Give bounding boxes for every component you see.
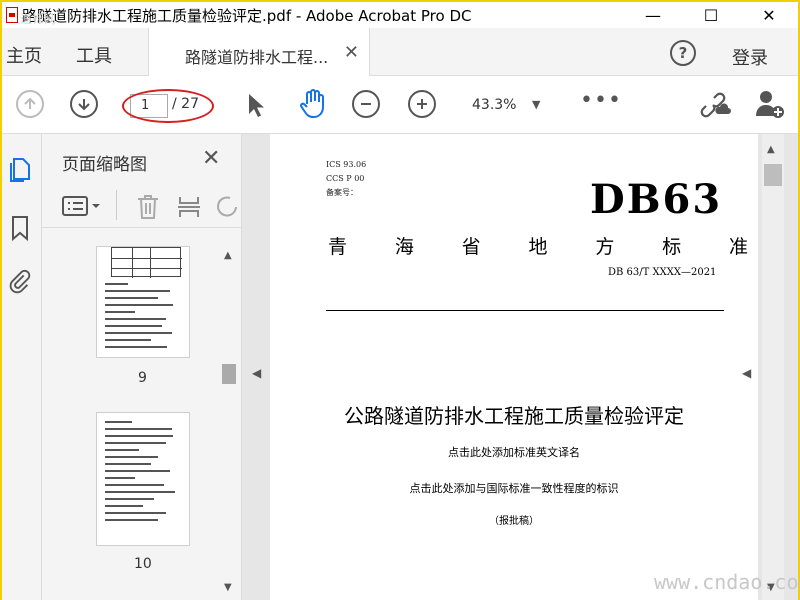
close-window-button[interactable]: ✕ (740, 2, 798, 28)
login-button[interactable]: 登录 (732, 44, 768, 70)
province-char: 方 (595, 236, 615, 258)
minus-icon (361, 103, 371, 105)
thumbnails-scrollbar[interactable]: ▲ ▼ (222, 244, 236, 600)
province-char: 青 (328, 236, 348, 258)
rotate-page-icon[interactable] (216, 194, 238, 220)
doc-ics: ICS 93.06 (326, 160, 367, 169)
thumbnail-text-lines (105, 283, 181, 353)
scrollbar-thumb[interactable] (222, 364, 236, 384)
tab-home[interactable]: 主页 (6, 42, 42, 68)
thumbnail-label-10: 10 (134, 556, 152, 572)
province-char: 省 (461, 236, 481, 258)
delete-page-icon[interactable] (136, 194, 160, 220)
doc-title: 公路隧道防排水工程施工质量检验评定 (344, 404, 684, 428)
page-thumbnails-icon[interactable] (8, 156, 32, 184)
help-icon[interactable]: ? (670, 40, 696, 66)
doc-ccs: CCS P 00 (326, 174, 365, 183)
page-thumbnails-panel: 页面缩略图 ✕ 9 10 ▲ ▼ (42, 134, 242, 600)
thumbnail-text-lines (105, 421, 181, 526)
scroll-down-icon[interactable]: ▼ (224, 582, 232, 593)
document-view: ◀ ICS 93.06 CCS P 00 备案号： DB63 青 海 省 地 方… (242, 134, 798, 600)
zoom-in-button[interactable] (408, 90, 436, 118)
acrobat-window: 路隧道防排水工程施工质量检验评定.pdf - Adobe Acrobat Pro… (0, 0, 800, 600)
zoom-dropdown-icon[interactable]: ▼ (532, 98, 540, 111)
thumbnails-toolbar (42, 184, 242, 228)
pdf-file-icon (6, 7, 18, 23)
province-char: 标 (662, 236, 682, 258)
doc-status: （报批稿） (489, 516, 539, 527)
arrow-up-icon (24, 97, 36, 109)
left-navigation-rail (2, 134, 42, 600)
red-highlight-ellipse (122, 89, 214, 123)
doc-divider (326, 310, 724, 311)
title-bar: 路隧道防排水工程施工质量检验评定.pdf - Adobe Acrobat Pro… (2, 2, 798, 28)
extract-page-icon[interactable] (176, 194, 202, 220)
watermark-top: 道标网 (20, 12, 57, 26)
tab-tools[interactable]: 工具 (76, 42, 112, 68)
tab-document[interactable]: 路隧道防排水工程... ✕ (148, 28, 370, 76)
doc-english-title-hint: 点击此处添加标准英文译名 (448, 446, 580, 459)
doc-code: DB63 (590, 176, 723, 223)
scroll-up-icon[interactable]: ▲ (224, 250, 232, 261)
doc-record-no: 备案号： (326, 188, 358, 197)
doc-province-heading: 青 海 省 地 方 标 准 (328, 232, 748, 259)
document-scrollbar-thumb[interactable] (764, 164, 782, 186)
tab-close-button[interactable]: ✕ (344, 42, 359, 63)
zoom-level-select[interactable]: 43.3% (472, 97, 516, 113)
province-char: 地 (528, 236, 548, 258)
province-char: 准 (728, 236, 748, 258)
select-cursor-icon[interactable] (246, 92, 266, 118)
doc-consistency-hint: 点击此处添加与国际标准一致性程度的标识 (409, 482, 619, 495)
document-scrollbar[interactable]: ▲ ▼ (762, 134, 784, 600)
thumbnail-page-9[interactable] (96, 246, 190, 358)
thumbnail-options-icon[interactable] (62, 196, 102, 216)
minimize-button[interactable]: — (624, 2, 682, 28)
thumbnails-heading: 页面缩略图 (62, 155, 147, 175)
add-user-icon[interactable] (754, 88, 786, 120)
plus-icon (417, 99, 427, 109)
bookmark-icon[interactable] (8, 214, 32, 242)
thumbnails-close-button[interactable]: ✕ (202, 146, 220, 171)
toolbar-divider (116, 190, 117, 220)
hand-tool-icon[interactable] (298, 88, 328, 120)
collapse-right-pane-icon[interactable]: ◀ (742, 366, 751, 380)
window-controls: — ☐ ✕ (624, 2, 798, 28)
site-watermark: www.cndao.com (654, 570, 800, 594)
thumbnail-page-10[interactable] (96, 412, 190, 546)
scroll-up-icon[interactable]: ▲ (767, 144, 775, 155)
collapse-left-pane-icon[interactable]: ◀ (252, 366, 261, 380)
arrow-down-icon (78, 99, 90, 111)
window-title: 路隧道防排水工程施工质量检验评定.pdf - Adobe Acrobat Pro… (22, 6, 472, 25)
zoom-out-button[interactable] (352, 90, 380, 118)
share-link-icon[interactable] (698, 88, 732, 120)
previous-page-button[interactable] (16, 90, 44, 118)
doc-standard-number: DB 63/T XXXX—2021 (608, 267, 717, 278)
toolbar: 1 / 27 43.3% ▼ ••• (2, 76, 798, 134)
tab-bar: 主页 工具 路隧道防排水工程... ✕ ? 登录 (2, 28, 798, 76)
next-page-button[interactable] (70, 90, 98, 118)
maximize-button[interactable]: ☐ (682, 2, 740, 28)
pdf-page: ICS 93.06 CCS P 00 备案号： DB63 青 海 省 地 方 标… (270, 134, 758, 600)
thumbnail-table (111, 247, 182, 278)
tab-document-label: 路隧道防排水工程... (185, 48, 329, 67)
province-char: 海 (394, 236, 414, 258)
attachment-icon[interactable] (8, 268, 32, 296)
more-tools-button[interactable]: ••• (580, 88, 622, 113)
thumbnail-label-9: 9 (138, 370, 147, 386)
